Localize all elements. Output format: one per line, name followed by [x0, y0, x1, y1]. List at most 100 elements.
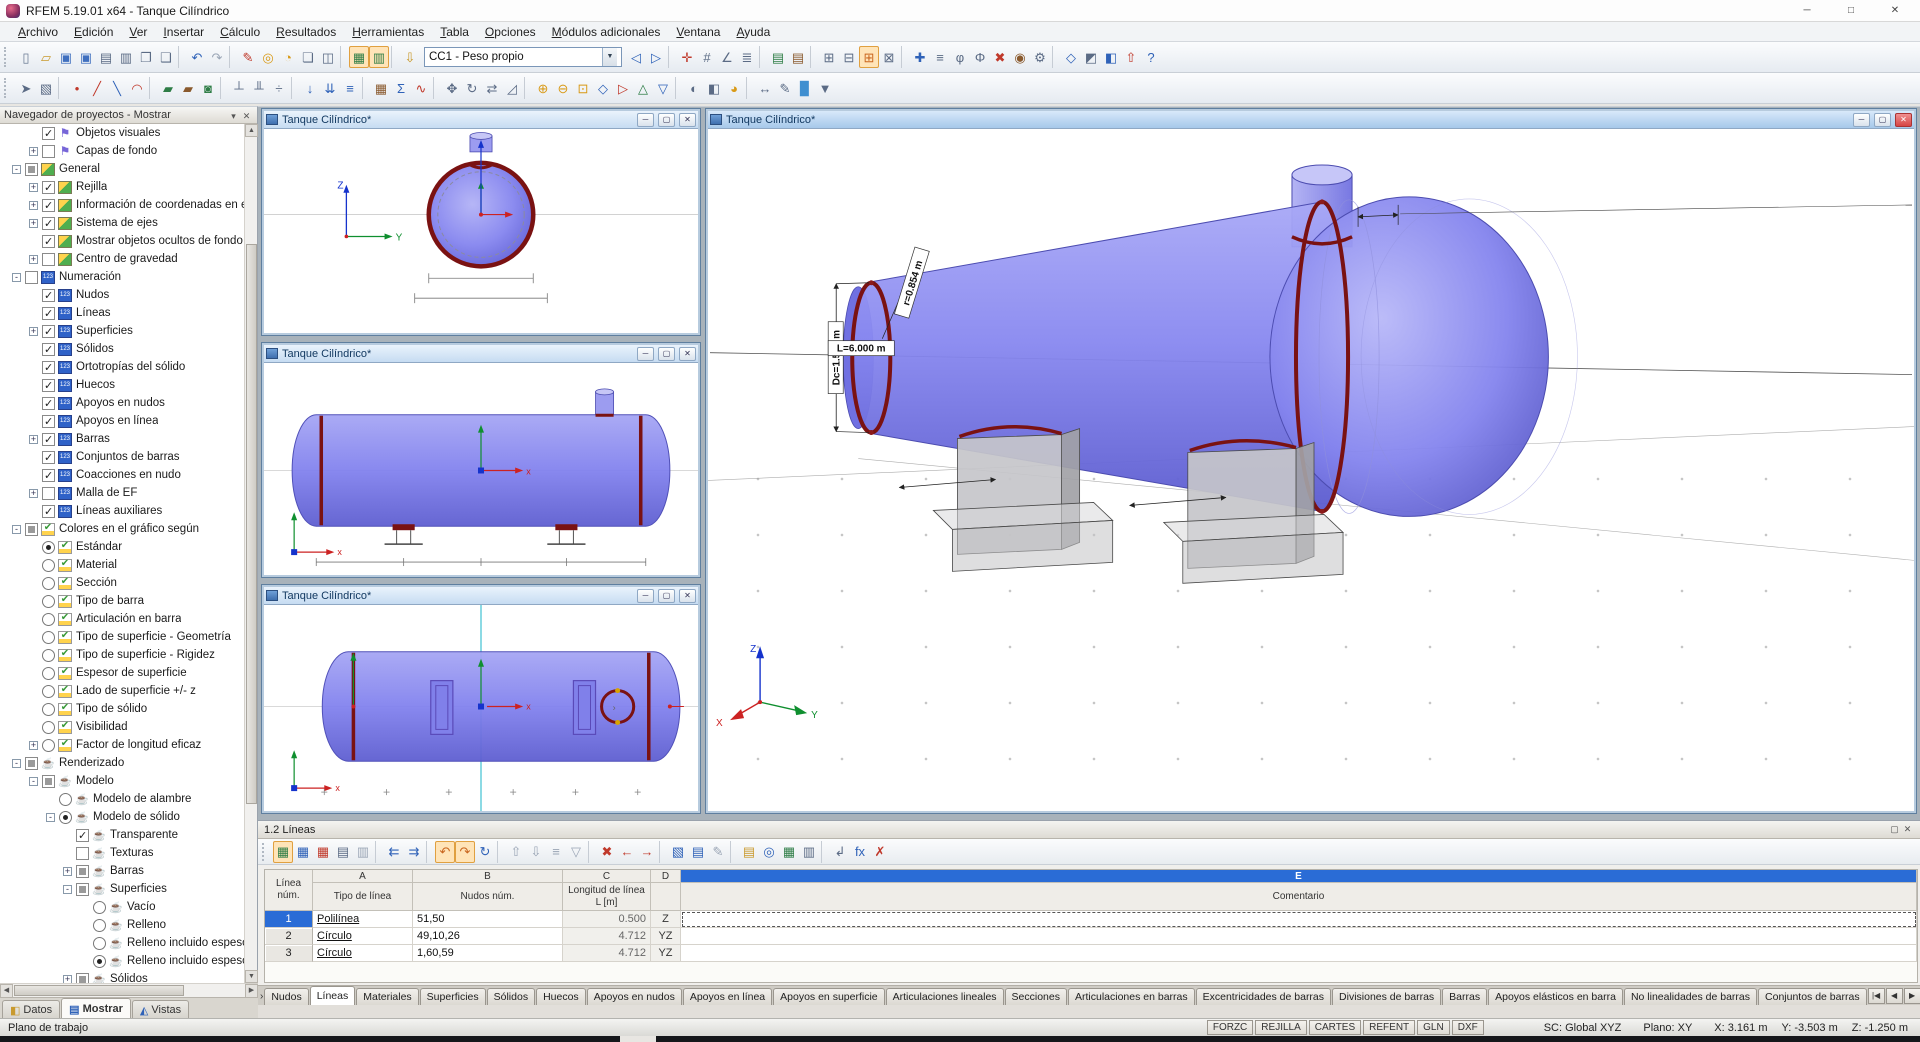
- tb-open-project-button[interactable]: ▣: [56, 46, 76, 68]
- minimize-button[interactable]: ─: [637, 113, 654, 127]
- tree-item-control[interactable]: [42, 487, 55, 500]
- tb-axes-toggle-button[interactable]: ✚: [910, 46, 930, 68]
- tree-item-control[interactable]: [59, 811, 72, 824]
- tree-item-control[interactable]: [42, 451, 55, 464]
- tree-item[interactable]: + Factor de longitud eficaz: [0, 736, 245, 754]
- tb-snapshot-button[interactable]: ◩: [1081, 46, 1101, 68]
- expander-icon[interactable]: -: [12, 525, 21, 534]
- tree-item[interactable]: Sección: [0, 574, 245, 592]
- cell-plane[interactable]: Z: [651, 911, 681, 928]
- viewport-title-bar[interactable]: Tanque Cilíndrico* ─ ▢ ✕: [264, 587, 698, 605]
- cell-line-type[interactable]: Círculo: [313, 945, 413, 962]
- tt-undo-button[interactable]: ↶: [435, 841, 455, 863]
- table-tab[interactable]: Excentricidades de barras: [1196, 988, 1331, 1005]
- navigator-tab[interactable]: ▤ Mostrar: [61, 998, 131, 1019]
- menu-item[interactable]: Opciones: [477, 23, 544, 41]
- table-tab[interactable]: Apoyos en nudos: [587, 988, 682, 1005]
- tree-item-control[interactable]: [76, 829, 89, 842]
- row-number[interactable]: 2: [265, 928, 313, 945]
- expander-icon[interactable]: +: [63, 975, 72, 984]
- cell-comment[interactable]: [681, 945, 1917, 962]
- tree-item[interactable]: - Numeración: [0, 268, 245, 286]
- tb-measure-button[interactable]: ∠: [717, 46, 737, 68]
- tree-item-control[interactable]: [42, 325, 55, 338]
- status-toggle[interactable]: CARTES: [1309, 1020, 1361, 1035]
- tree-item-control[interactable]: [42, 127, 55, 140]
- tree-item[interactable]: Ortotropías del sólido: [0, 358, 245, 376]
- table-tab[interactable]: Articulaciones lineales: [886, 988, 1004, 1005]
- cell-nodes[interactable]: 51,50: [413, 911, 563, 928]
- expander-icon[interactable]: -: [12, 273, 21, 282]
- maximize-button[interactable]: ▢: [1874, 113, 1891, 127]
- tb2-rotate-button[interactable]: ↻: [462, 77, 482, 99]
- menu-item[interactable]: Herramientas: [344, 23, 432, 41]
- cell-nodes[interactable]: 49,10,26: [413, 928, 563, 945]
- expander-icon[interactable]: -: [63, 885, 72, 894]
- tree-item-control[interactable]: [42, 343, 55, 356]
- tree-item[interactable]: Tipo de barra: [0, 592, 245, 610]
- tb2-polyline-new-button[interactable]: ╲: [107, 77, 127, 99]
- tt-properties-button[interactable]: ▤: [739, 841, 759, 863]
- tree-item-control[interactable]: [25, 163, 38, 176]
- menu-item[interactable]: Módulos adicionales: [544, 23, 669, 41]
- menu-item[interactable]: Ayuda: [728, 23, 778, 41]
- tree-item-control[interactable]: [42, 685, 55, 698]
- tb2-line-new-button[interactable]: ╱: [87, 77, 107, 99]
- tb-redo-button[interactable]: ↷: [207, 46, 227, 68]
- tree-item-control[interactable]: [59, 793, 72, 806]
- tb2-load-line-button[interactable]: ⇊: [320, 77, 340, 99]
- close-button[interactable]: ✕: [1895, 113, 1912, 127]
- chevron-down-icon[interactable]: ▼: [602, 48, 617, 66]
- tb-info-button[interactable]: ◉: [1010, 46, 1030, 68]
- tt-import-row-button[interactable]: ⇇: [384, 841, 404, 863]
- tree-item-control[interactable]: [42, 775, 55, 788]
- tb2-view-y-button[interactable]: △: [633, 77, 653, 99]
- tree-item[interactable]: Tipo de superficie - Geometría: [0, 628, 245, 646]
- cell-length[interactable]: 0.500: [563, 911, 651, 928]
- maximize-button[interactable]: □: [1832, 1, 1870, 21]
- viewport-title-bar[interactable]: Tanque Cilíndrico* ─ ▢ ✕: [708, 111, 1914, 129]
- cell-length[interactable]: 4.712: [563, 928, 651, 945]
- tt-refresh-button[interactable]: ↻: [475, 841, 495, 863]
- table-tab[interactable]: Apoyos en superficie: [773, 988, 884, 1005]
- table-tab[interactable]: Sólidos: [487, 988, 535, 1005]
- tb-save-button[interactable]: ▤: [96, 46, 116, 68]
- viewport-canvas[interactable]: x x: [264, 363, 698, 575]
- tree-item[interactable]: + Capas de fondo: [0, 142, 245, 160]
- tb2-support-node-button[interactable]: ┴: [229, 77, 249, 99]
- viewport-canvas[interactable]: › x x: [264, 605, 698, 811]
- scroll-up-icon[interactable]: ▲: [245, 124, 258, 137]
- viewport-window-top[interactable]: Tanque Cilíndrico* ─ ▢ ✕: [262, 585, 700, 813]
- minimize-button[interactable]: ─: [637, 347, 654, 361]
- cell-nodes[interactable]: 1,60,59: [413, 945, 563, 962]
- tb-view-3d-button[interactable]: ◇: [1061, 46, 1081, 68]
- menu-item[interactable]: Edición: [66, 23, 121, 41]
- tt-ole-button[interactable]: ▥: [799, 841, 819, 863]
- tree-item-control[interactable]: [93, 919, 106, 932]
- tree-item[interactable]: Transparente: [0, 826, 245, 844]
- tb2-select-button[interactable]: ➤: [16, 77, 36, 99]
- expander-icon[interactable]: +: [29, 435, 38, 444]
- maximize-button[interactable]: ▢: [658, 347, 675, 361]
- tt-view-left-button[interactable]: ▤: [333, 841, 353, 863]
- tree-item[interactable]: Líneas: [0, 304, 245, 322]
- tb2-arc-new-button[interactable]: ◠: [127, 77, 147, 99]
- table-tab[interactable]: Materiales: [356, 988, 418, 1005]
- tree-item[interactable]: Coacciones en nudo: [0, 466, 245, 484]
- cell-comment[interactable]: [681, 928, 1917, 945]
- scroll-left-icon[interactable]: ◀: [0, 984, 13, 998]
- tb2-mirror-button[interactable]: ⇄: [482, 77, 502, 99]
- close-button[interactable]: ✕: [679, 589, 696, 603]
- tree-item[interactable]: Visibilidad: [0, 718, 245, 736]
- tb-section-library-button[interactable]: ▤: [788, 46, 808, 68]
- tree-item[interactable]: - Modelo de sólido: [0, 808, 245, 826]
- column-header-e[interactable]: E: [681, 870, 1917, 883]
- tree-item[interactable]: Texturas: [0, 844, 245, 862]
- tb-raster-button[interactable]: ⊞: [859, 46, 879, 68]
- tb-next-load-case-button[interactable]: ▷: [646, 46, 666, 68]
- status-toggle[interactable]: FORZC: [1207, 1020, 1253, 1035]
- tb-material-library-button[interactable]: ▤: [768, 46, 788, 68]
- tree-item[interactable]: Huecos: [0, 376, 245, 394]
- tt-view-right-button[interactable]: ▥: [353, 841, 373, 863]
- tt-export-row-button[interactable]: ⇉: [404, 841, 424, 863]
